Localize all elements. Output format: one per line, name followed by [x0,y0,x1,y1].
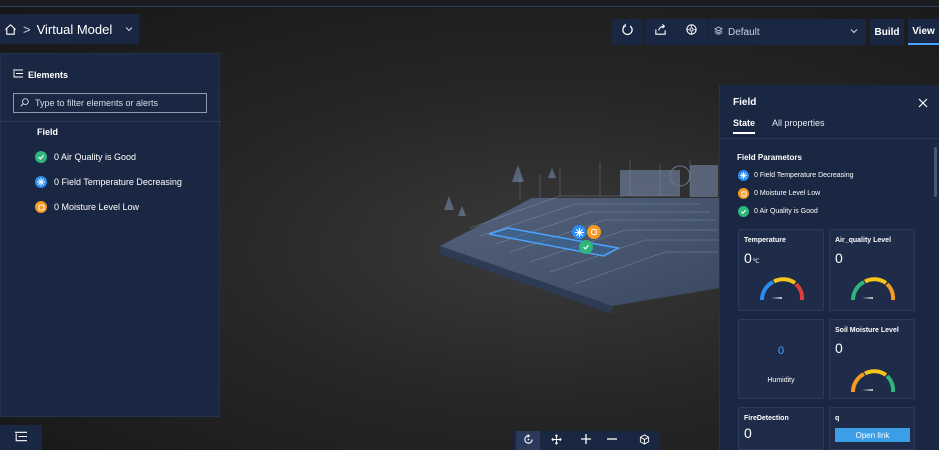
breadcrumb-title[interactable]: Virtual Model [37,22,113,37]
elements-panel-header: Elements [13,69,68,80]
model-badge-check-icon[interactable] [579,240,593,254]
share-icon [654,23,667,41]
element-alert-moisture-level[interactable]: 0 Moisture Level Low [35,201,139,213]
check-icon [35,151,47,163]
tab-all-properties[interactable]: All properties [772,118,825,132]
home-icon[interactable] [4,23,17,36]
layers-icon [714,26,723,38]
pan-icon [550,432,562,450]
temperature-gauge [759,277,805,301]
minus-icon [606,432,618,450]
field-panel-scrollbar[interactable] [934,147,937,197]
temperature-unit: ℃ [752,259,760,265]
alert-icon [35,201,47,213]
humidity-card: 0 Humidity [738,319,824,399]
zoom-in-button[interactable] [574,431,598,450]
breadcrumb-separator: > [23,21,31,37]
q-card: q Open link [829,407,915,450]
check-icon [738,206,749,217]
close-icon [918,95,928,112]
tree-list-icon [13,69,23,80]
air-quality-card: Air_quality Level 0 [829,229,915,311]
scene-select-value: Default [728,26,760,38]
tree-list-icon [15,429,27,447]
chevron-down-icon [849,26,859,39]
scene-3d-viewport[interactable] [220,8,720,431]
scene-select[interactable]: Default [708,19,866,45]
field-parameter-air-quality: 0 Air Quality is Good [738,206,818,217]
elements-panel-title: Elements [28,69,69,80]
humidity-title: Humidity [767,377,795,384]
field-parameter-label: 0 Air Quality is Good [754,208,818,215]
elements-search-input[interactable] [35,98,205,108]
q-title: q [835,415,840,422]
element-alert-field-temperature[interactable]: 0 Field Temperature Decreasing [35,176,182,188]
settings-button[interactable] [676,19,707,45]
divider [720,138,939,139]
fire-detection-card: FireDetection 0 [738,407,824,450]
elements-panel-toggle[interactable] [0,425,42,450]
field-details-panel: Field State All properties Field Paramet… [719,85,939,450]
soil-moisture-title: Soil Moisture Level [835,327,899,334]
fire-detection-title: FireDetection [744,415,789,422]
element-alert-label: 0 Field Temperature Decreasing [54,177,182,187]
element-alert-air-quality[interactable]: 0 Air Quality is Good [35,151,136,163]
soil-moisture-value: 0 [835,340,843,356]
close-button[interactable] [918,95,928,113]
zoom-out-button[interactable] [600,431,624,450]
cube-icon [639,432,650,450]
element-alert-label: 0 Air Quality is Good [54,152,137,162]
refresh-icon [621,23,634,41]
field-parameter-moisture: 0 Moisture Level Low [738,188,820,199]
fire-detection-value: 0 [744,425,752,441]
elements-group-field[interactable]: Field [37,127,58,137]
field-parameter-label: 0 Moisture Level Low [754,190,821,197]
field-parameters-heading: Field Parametors [737,153,802,162]
reset-view-button[interactable] [632,431,656,450]
model-badge-alert-icon[interactable] [587,225,601,239]
field-parameter-temperature: 0 Field Temperature Decreasing [738,170,853,181]
orbit-icon [523,432,534,450]
chevron-down-icon[interactable] [124,24,134,34]
settings-icon [685,23,698,41]
model-badge-snowflake-icon[interactable] [572,225,586,239]
pan-button[interactable] [544,431,568,450]
air-quality-value: 0 [835,250,843,266]
snowflake-icon [738,170,749,181]
humidity-value: 0 [777,345,785,357]
navigation-toolbar [514,431,660,450]
snowflake-icon [35,176,47,188]
temperature-value: 0℃ [744,250,760,266]
top-divider [0,6,939,7]
elements-panel: Elements Field 0 Air Quality is Good 0 F… [0,53,221,417]
field-parameter-label: 0 Field Temperature Decreasing [754,172,854,179]
soil-moisture-gauge [850,369,896,393]
open-link-button[interactable]: Open link [835,428,910,442]
divider [1,121,221,122]
orbit-button[interactable] [516,431,540,450]
share-button[interactable] [645,19,676,45]
build-mode-button[interactable]: Build [870,19,904,45]
temperature-title: Temperature [744,237,786,244]
view-mode-button[interactable]: View [908,19,939,45]
element-alert-label: 0 Moisture Level Low [54,202,140,212]
elements-search[interactable] [13,93,207,113]
tab-state[interactable]: State [733,118,756,134]
temperature-card: Temperature 0℃ [738,229,824,311]
plus-icon [580,432,592,450]
alert-icon [738,188,749,199]
air-quality-title: Air_quality Level [835,237,892,244]
search-icon [20,97,29,109]
soil-moisture-card: Soil Moisture Level 0 [829,319,915,399]
air-quality-gauge [850,277,896,301]
breadcrumb: > Virtual Model [0,14,139,44]
refresh-button[interactable] [612,19,643,45]
field-panel-title: Field [733,97,757,108]
